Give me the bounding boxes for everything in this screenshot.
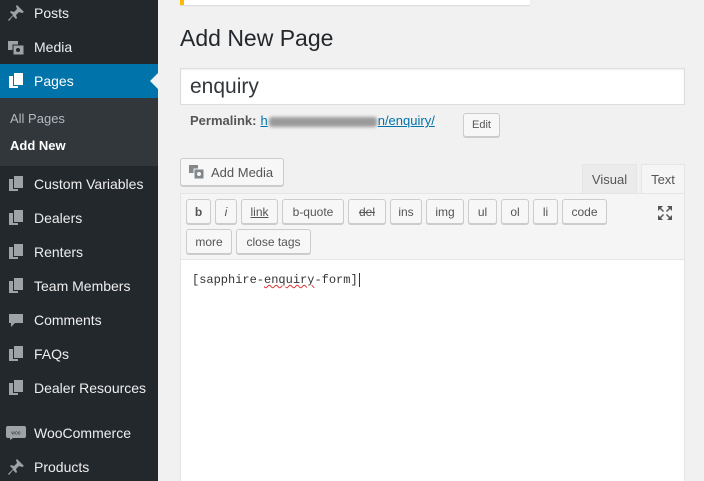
sidebar-item-label: Pages xyxy=(34,73,74,89)
sidebar-item-label: Posts xyxy=(34,5,70,21)
admin-sidebar: Posts Media Pages All Pages Add New Cust… xyxy=(0,0,158,481)
title-input[interactable] xyxy=(180,68,685,105)
quicktags-toolbar: b i link b-quote del ins img ul ol li co… xyxy=(181,194,684,260)
tab-text[interactable]: Text xyxy=(641,164,685,194)
doc-icon xyxy=(6,174,26,194)
sidebar-item-label: Custom Variables xyxy=(34,176,144,192)
sidebar-item-label: Dealers xyxy=(34,210,83,226)
sidebar-item-renters[interactable]: Renters xyxy=(0,235,158,269)
qt-code-button[interactable]: code xyxy=(562,199,607,224)
text-editor: b i link b-quote del ins img ul ol li co… xyxy=(180,193,685,481)
doc-icon xyxy=(6,276,26,296)
doc-icon xyxy=(6,208,26,228)
tab-visual[interactable]: Visual xyxy=(582,164,637,194)
sidebar-item-woocommerce[interactable]: woo WooCommerce xyxy=(0,416,158,450)
comment-icon xyxy=(6,310,26,330)
doc-icon xyxy=(6,242,26,262)
content-text-before: [sapphire- xyxy=(192,273,265,288)
page-title: Add New Page xyxy=(180,25,334,51)
qt-li-button[interactable]: li xyxy=(533,199,558,224)
qt-img-button[interactable]: img xyxy=(426,199,464,224)
sidebar-item-products[interactable]: Products xyxy=(0,450,158,481)
sidebar-item-dealers[interactable]: Dealers xyxy=(0,201,158,235)
doc-icon xyxy=(6,378,26,398)
sidebar-item-label: Team Members xyxy=(34,278,131,294)
content-text-after: -form] xyxy=(314,273,358,288)
qt-ins-button[interactable]: ins xyxy=(390,199,422,224)
add-media-label: Add Media xyxy=(211,164,274,180)
sidebar-item-label: Media xyxy=(34,39,73,55)
permalink-suffix: n/enquiry/ xyxy=(377,113,435,128)
sidebar-item-pages[interactable]: Pages xyxy=(0,64,158,98)
sidebar-item-label: FAQs xyxy=(34,346,70,362)
sidebar-item-label: Products xyxy=(34,459,90,475)
sidebar-item-label: Dealer Resources xyxy=(34,380,147,396)
editor-content[interactable]: [sapphire-enquiry-form] xyxy=(192,273,360,287)
qt-more-button[interactable]: more xyxy=(186,229,232,254)
content-misspelled-word: enquiry xyxy=(264,273,315,288)
text-caret xyxy=(358,273,360,287)
doc-icon xyxy=(6,344,26,364)
permalink-prefix: h xyxy=(260,113,268,128)
permalink-label: Permalink: xyxy=(190,113,257,128)
sidebar-item-faqs[interactable]: FAQs xyxy=(0,337,158,371)
admin-notice xyxy=(180,0,530,5)
pin-icon xyxy=(6,3,26,23)
permalink-url[interactable]: h n/enquiry/ xyxy=(260,113,434,128)
media-icon xyxy=(6,37,26,57)
sidebar-item-posts[interactable]: Posts xyxy=(0,0,158,30)
sidebar-item-label: WooCommerce xyxy=(34,425,131,441)
sidebar-item-dealer-resources[interactable]: Dealer Resources xyxy=(0,371,158,405)
pin-icon xyxy=(6,457,26,477)
pages-icon xyxy=(6,71,26,91)
qt-ul-button[interactable]: ul xyxy=(468,199,497,224)
sidebar-item-media[interactable]: Media xyxy=(0,30,158,64)
sidebar-item-label: Renters xyxy=(34,244,84,260)
qt-close-tags-button[interactable]: close tags xyxy=(236,229,311,254)
permalink-row: Permalink: h n/enquiry/ xyxy=(190,113,435,128)
add-media-icon xyxy=(189,164,205,180)
woo-icon: woo xyxy=(6,423,26,443)
redacted-block xyxy=(268,116,377,127)
qt-ol-button[interactable]: ol xyxy=(501,199,529,224)
qt-italic-button[interactable]: i xyxy=(215,199,237,224)
qt-del-button[interactable]: del xyxy=(348,199,386,224)
svg-text:woo: woo xyxy=(11,431,20,437)
qt-bold-button[interactable]: b xyxy=(186,199,211,224)
qt-link-button[interactable]: link xyxy=(241,199,278,224)
submenu-add-new[interactable]: Add New xyxy=(10,138,66,153)
sidebar-item-custom-variables[interactable]: Custom Variables xyxy=(0,167,158,201)
fullscreen-icon[interactable] xyxy=(655,203,675,223)
submenu-all-pages[interactable]: All Pages xyxy=(10,111,65,126)
qt-bquote-button[interactable]: b-quote xyxy=(282,199,344,224)
sidebar-item-comments[interactable]: Comments xyxy=(0,303,158,337)
sidebar-item-label: Comments xyxy=(34,312,102,328)
add-media-button[interactable]: Add Media xyxy=(180,158,284,186)
sidebar-item-team-members[interactable]: Team Members xyxy=(0,269,158,303)
edit-permalink-button[interactable]: Edit xyxy=(463,113,500,137)
pages-submenu: All Pages Add New xyxy=(0,98,158,166)
